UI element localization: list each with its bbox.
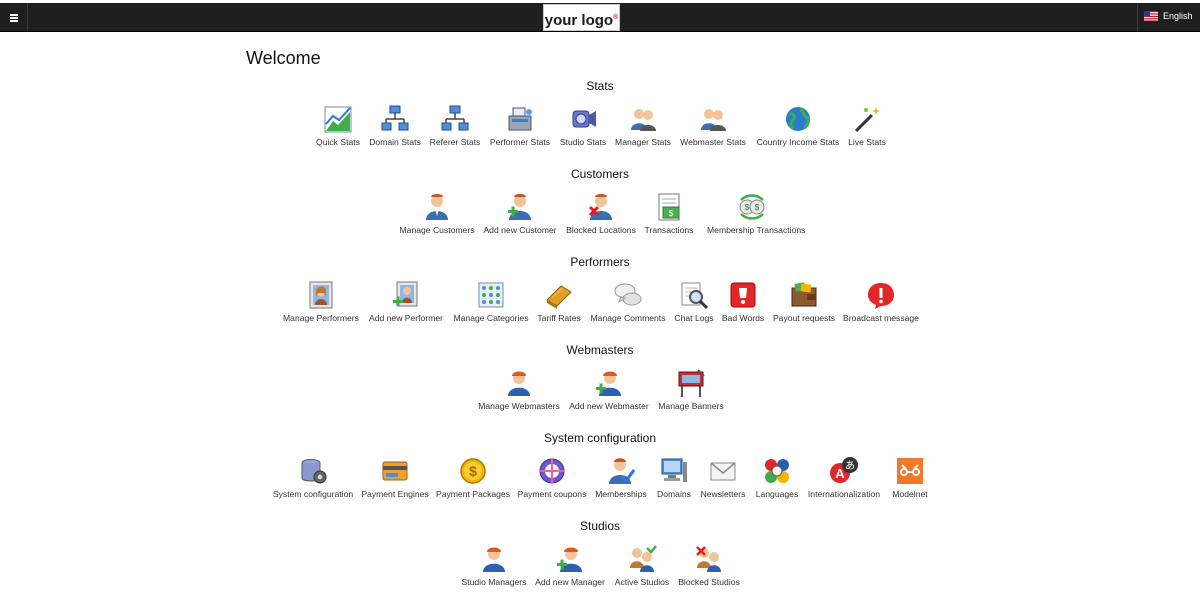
svg-text:$: $ <box>755 203 760 212</box>
magic-wand-icon <box>852 104 882 134</box>
language-selector[interactable]: English <box>1137 3 1200 31</box>
dashboard-item-label: Webmaster Stats <box>680 137 746 147</box>
svg-text:$: $ <box>745 203 750 212</box>
section-title-webmasters: Webmasters <box>566 343 634 357</box>
studio-active-icon <box>627 544 657 574</box>
section-title-system-configuration: System configuration <box>543 431 657 445</box>
camera-icon <box>568 104 598 134</box>
categories-icon <box>476 280 506 310</box>
dashboard-item-label: Payment Packages <box>435 489 511 499</box>
dashboard-item-membership-transactions[interactable]: $ $ Membership Transactions <box>707 192 806 235</box>
webmaster-add-icon <box>594 368 624 398</box>
dashboard-item-label: Payment Engines <box>361 489 429 499</box>
credit-card-icon <box>380 456 410 486</box>
svg-text:$: $ <box>669 209 674 218</box>
svg-text:$: $ <box>469 463 477 479</box>
ledger-icon: $ <box>654 192 684 222</box>
language-label: English <box>1163 11 1193 21</box>
portrait-icon <box>306 280 336 310</box>
translate-icon: Aあ <box>829 456 859 486</box>
studio-blocked-icon <box>694 544 724 574</box>
section-title-customers: Customers <box>570 167 629 181</box>
dashboard-item-modelnet[interactable]: Modelnet <box>865 456 955 499</box>
alert-icon <box>866 280 896 310</box>
coupon-icon <box>537 456 567 486</box>
dashboard-item-manage-webmasters[interactable]: Manage Webmasters <box>474 368 564 411</box>
coin-icon: $ <box>458 456 488 486</box>
user-add-icon <box>505 192 535 222</box>
user-block-icon <box>586 192 616 222</box>
dashboard-item-label: Modelnet <box>892 489 928 499</box>
section-title-stats: Stats <box>586 79 614 93</box>
logo[interactable]: your logo® <box>543 4 620 31</box>
dashboard-item-broadcast-message[interactable]: Broadcast message <box>836 280 926 323</box>
section-title-studios: Studios <box>579 519 621 533</box>
dashboard-item-blocked-studios[interactable]: Blocked Studios <box>664 544 754 587</box>
dashboard-item-label: System configuration <box>272 489 354 499</box>
modelnet-icon <box>895 456 925 486</box>
dashboard-item-label: Add new Customer <box>483 225 557 235</box>
manager-add-icon <box>555 544 585 574</box>
svg-text:あ: あ <box>845 460 855 472</box>
network-icon <box>440 104 470 134</box>
dashboard-item-manage-banners[interactable]: Manage Banners <box>646 368 736 411</box>
dashboard-item-manage-customers[interactable]: Manage Customers <box>392 192 482 235</box>
dashboard-item-payment-engines[interactable]: Payment Engines <box>350 456 440 499</box>
manager-icon <box>479 544 509 574</box>
dashboard-item-add-new-performer[interactable]: Add new Performer <box>361 280 451 323</box>
dashboard-item-transactions[interactable]: $ Transactions <box>624 192 714 235</box>
users-icon <box>628 104 658 134</box>
top-navbar: your logo® English <box>0 3 1200 32</box>
chart-icon <box>323 104 353 134</box>
dashboard-item-manage-performers[interactable]: Manage Performers <box>276 280 366 323</box>
network-icon <box>380 104 410 134</box>
dashboard-item-label: Manage Webmasters <box>478 401 560 411</box>
dashboard-item-webmaster-stats[interactable]: Webmaster Stats <box>668 104 758 147</box>
dashboard-item-label: Manage Customers <box>399 225 475 235</box>
section-title-performers: Performers <box>570 255 630 269</box>
cash-register-icon <box>505 104 535 134</box>
webmaster-icon <box>504 368 534 398</box>
dashboard-item-label: Add new Performer <box>368 313 444 323</box>
page-title: Welcome <box>246 48 321 68</box>
dashboard-item-label: Membership Transactions <box>707 225 806 235</box>
dashboard-item-label: Manage Performers <box>283 313 359 323</box>
dashboard-item-label: Manage Banners <box>658 401 724 411</box>
tariff-icon <box>544 280 574 310</box>
flags-icon <box>762 456 792 486</box>
dashboard-item-label: Blocked Studios <box>678 577 740 587</box>
hamburger-icon[interactable] <box>0 3 28 31</box>
dashboard-item-system-configuration[interactable]: System configuration <box>268 456 358 499</box>
bad-words-icon <box>728 280 758 310</box>
dashboard-item-payment-packages[interactable]: $ Payment Packages <box>428 456 518 499</box>
dashboard-item-label: Add new Webmaster <box>569 401 649 411</box>
comments-icon <box>613 280 643 310</box>
dashboard-item-label: Broadcast message <box>843 313 919 323</box>
database-gear-icon <box>298 456 328 486</box>
money-exchange-icon: $ $ <box>737 192 767 222</box>
logo-text: your logo <box>544 12 614 29</box>
dashboard-item-label: Transactions <box>644 225 694 235</box>
users-icon <box>698 104 728 134</box>
portrait-add-icon <box>391 280 421 310</box>
user-icon <box>422 192 452 222</box>
dashboard-item-add-new-customer[interactable]: Add new Customer <box>475 192 565 235</box>
banner-icon <box>676 368 706 398</box>
wallet-icon <box>789 280 819 310</box>
dashboard-item-live-stats[interactable]: Live Stats <box>822 104 912 147</box>
globe-icon <box>783 104 813 134</box>
logo-mark: ® <box>613 14 619 21</box>
us-flag-icon <box>1144 11 1158 21</box>
dashboard-item-add-new-webmaster[interactable]: Add new Webmaster <box>564 368 654 411</box>
dashboard-item-label: Live Stats <box>848 137 886 147</box>
